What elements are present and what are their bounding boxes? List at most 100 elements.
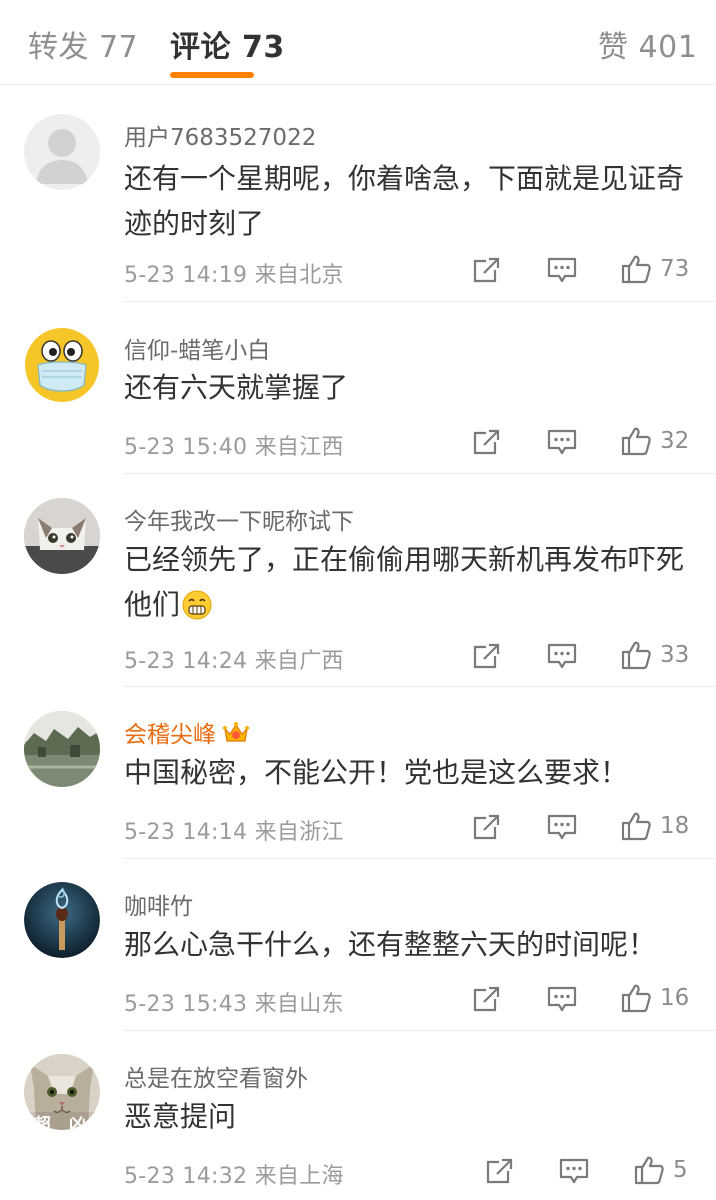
tab-comments-label: 评论 xyxy=(170,30,231,65)
like-button[interactable]: 33 xyxy=(620,639,689,671)
reply-icon xyxy=(547,643,577,669)
reply-button[interactable] xyxy=(546,642,578,670)
share-icon xyxy=(473,814,500,840)
comment-text: 已经领先了，正在偷偷用哪天新机再发布吓死他们 xyxy=(124,537,704,633)
comment-tabs: 转发 77 评论 73 赞 401 xyxy=(0,0,716,85)
comment-time: 5-23 15:43 xyxy=(124,992,248,1017)
comment-username[interactable]: 用户7683527022 xyxy=(124,118,316,152)
like-button[interactable]: 73 xyxy=(620,253,689,285)
share-button[interactable] xyxy=(471,256,501,284)
avatar[interactable] xyxy=(24,711,100,787)
comment-username[interactable]: 信仰-蜡笔小白 xyxy=(124,331,270,365)
thumbs-up-icon xyxy=(621,641,651,670)
tab-reposts-label: 转发 xyxy=(28,30,89,65)
reply-button[interactable] xyxy=(558,1157,590,1185)
mask-face-avatar xyxy=(25,328,99,402)
thumbs-up-icon xyxy=(621,984,651,1013)
active-tab-indicator xyxy=(170,72,254,78)
divider xyxy=(124,686,716,687)
comment-meta: 5-23 14:24 来自广西 xyxy=(124,643,344,675)
like-count: 33 xyxy=(660,642,690,668)
comment-username[interactable]: 会稽尖峰 xyxy=(124,715,250,751)
cat-avatar xyxy=(24,498,100,574)
comment-text: 还有六天就掌握了 xyxy=(124,371,349,404)
like-count: 16 xyxy=(660,985,690,1011)
reply-button[interactable] xyxy=(546,256,578,284)
comment-username[interactable]: 咖啡竹 xyxy=(124,887,193,921)
tab-comments[interactable]: 评论 73 xyxy=(170,22,285,66)
reply-button[interactable] xyxy=(546,985,578,1013)
divider xyxy=(124,301,716,302)
like-count: 18 xyxy=(660,813,690,839)
comment-meta: 5-23 14:19 来自北京 xyxy=(124,257,344,289)
reply-button[interactable] xyxy=(546,428,578,456)
share-icon xyxy=(473,429,500,455)
thumbs-up-icon xyxy=(621,427,651,456)
comment-time: 5-23 15:40 xyxy=(124,435,248,460)
avatar[interactable] xyxy=(24,882,100,958)
tab-reposts[interactable]: 转发 77 xyxy=(28,22,138,66)
comment-text: 那么心急干什么，还有整整六天的时间呢！ xyxy=(124,928,657,961)
comment-location: 来自浙江 xyxy=(254,820,344,845)
like-button[interactable]: 18 xyxy=(620,810,689,842)
comment-username[interactable]: 总是在放空看窗外 xyxy=(124,1059,308,1093)
tab-comments-count: 73 xyxy=(241,30,285,65)
comment-location: 来自广西 xyxy=(254,649,344,674)
crown-badge-icon xyxy=(222,721,250,751)
divider xyxy=(124,858,716,859)
avatar[interactable] xyxy=(24,327,100,403)
avatar[interactable] xyxy=(24,498,100,574)
share-icon xyxy=(486,1158,513,1184)
comment-location: 来自江西 xyxy=(254,435,344,460)
comment-text: 恶意提问 xyxy=(124,1100,237,1133)
grimace-emoji-icon xyxy=(182,588,212,633)
comment-meta: 5-23 15:40 来自江西 xyxy=(124,429,344,461)
share-icon xyxy=(473,643,500,669)
landscape-avatar xyxy=(24,711,100,787)
share-button[interactable] xyxy=(471,642,501,670)
like-button[interactable]: 32 xyxy=(620,425,689,457)
comment-text: 还有一个星期呢，你着啥急，下面就是见证奇迹的时刻了 xyxy=(124,162,685,240)
comment-meta: 5-23 14:32 来自上海 xyxy=(124,1158,344,1190)
reply-icon xyxy=(547,986,577,1012)
comment-meta: 5-23 15:43 来自山东 xyxy=(124,986,344,1018)
comment-text: 中国秘密，不能公开！党也是这么要求！ xyxy=(124,756,629,789)
share-button[interactable] xyxy=(471,813,501,841)
comment-username[interactable]: 今年我改一下昵称试下 xyxy=(124,502,354,536)
tab-likes[interactable]: 赞 401 xyxy=(598,22,697,66)
like-button[interactable]: 5 xyxy=(633,1154,688,1186)
comment-time: 5-23 14:24 xyxy=(124,649,248,674)
tab-likes-count: 401 xyxy=(638,30,698,65)
share-button[interactable] xyxy=(471,428,501,456)
reply-icon xyxy=(547,257,577,283)
default-avatar-icon xyxy=(36,129,88,184)
reply-icon xyxy=(547,814,577,840)
avatar-caption: 超 凶 xyxy=(34,1115,92,1130)
share-button[interactable] xyxy=(471,985,501,1013)
divider xyxy=(124,473,716,474)
thumbs-up-icon xyxy=(621,255,651,284)
tab-reposts-count: 77 xyxy=(99,30,139,65)
like-count: 73 xyxy=(660,256,690,282)
like-count: 32 xyxy=(660,428,690,454)
matchstick-avatar xyxy=(24,882,100,958)
divider xyxy=(124,1030,716,1031)
thumbs-up-icon xyxy=(634,1156,664,1185)
share-icon xyxy=(473,986,500,1012)
comment-time: 5-23 14:32 xyxy=(124,1164,248,1189)
comment-location: 来自山东 xyxy=(254,992,344,1017)
comment-location: 来自北京 xyxy=(254,263,344,288)
like-button[interactable]: 16 xyxy=(620,982,689,1014)
comment-time: 5-23 14:19 xyxy=(124,263,248,288)
share-icon xyxy=(473,257,500,283)
avatar[interactable]: 超 凶 xyxy=(24,1054,100,1130)
comment-time: 5-23 14:14 xyxy=(124,820,248,845)
comment-location: 来自上海 xyxy=(254,1164,344,1189)
tab-likes-label: 赞 xyxy=(598,30,629,65)
comment-meta: 5-23 14:14 来自浙江 xyxy=(124,814,344,846)
reply-icon xyxy=(547,429,577,455)
reply-button[interactable] xyxy=(546,813,578,841)
share-button[interactable] xyxy=(484,1157,514,1185)
avatar[interactable] xyxy=(24,114,100,190)
reply-icon xyxy=(559,1158,589,1184)
